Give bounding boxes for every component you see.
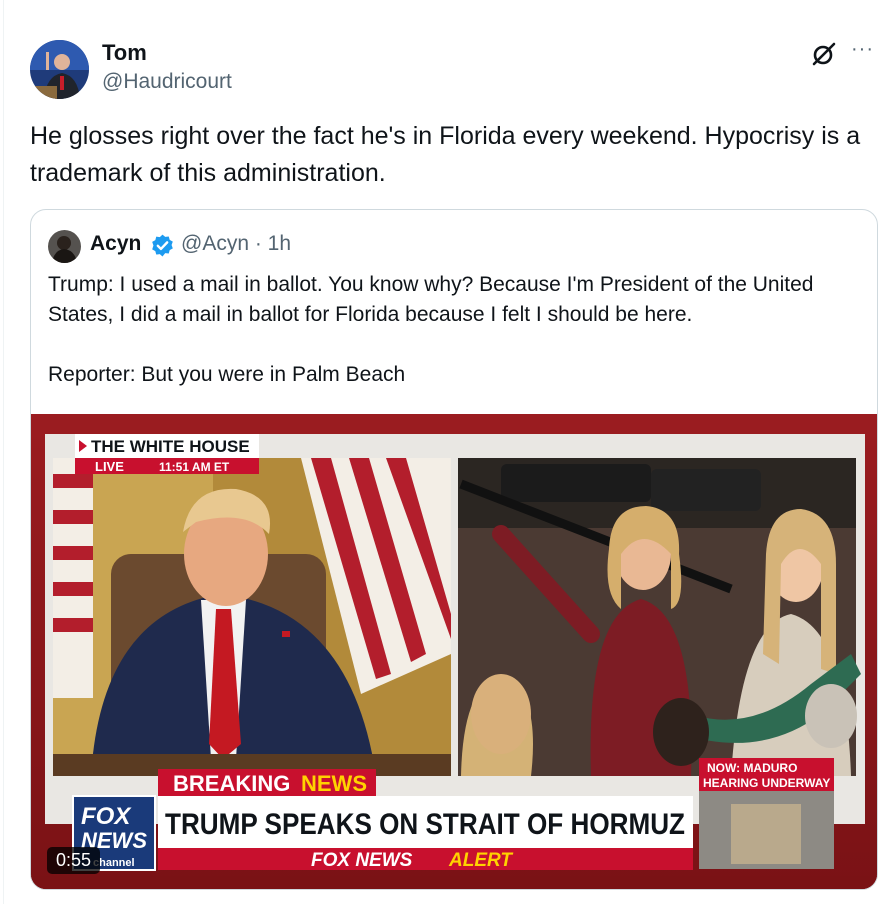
author-avatar[interactable]	[30, 40, 89, 99]
quoted-author-handle[interactable]: @Acyn · 1h	[181, 232, 291, 256]
video-duration: 0:55	[47, 847, 101, 874]
more-options-icon[interactable]: ···	[851, 38, 874, 61]
grok-icon[interactable]	[810, 40, 838, 68]
quoted-author-avatar[interactable]	[48, 230, 81, 263]
author-name[interactable]: Tom	[102, 40, 147, 66]
quoted-author-name[interactable]: Acyn	[90, 232, 141, 256]
location-tag-text: THE WHITE HOUSE	[91, 437, 250, 456]
timeline-divider	[3, 0, 4, 904]
fox-logo-line-1: FOX	[81, 803, 132, 830]
verified-badge-icon	[152, 234, 173, 257]
alert-label-a: FOX NEWS	[311, 850, 413, 871]
video-frame: THE WHITE HOUSE LIVE 11:51 AM ET NOW: MA…	[31, 414, 877, 889]
side-caption-line-2: HEARING UNDERWAY	[703, 776, 830, 790]
quoted-tweet-text: Trump: I used a mail in ballot. You know…	[48, 273, 814, 386]
live-time: 11:51 AM ET	[159, 460, 230, 474]
alert-label-b: ALERT	[448, 850, 513, 871]
headline-text: TRUMP SPEAKS ON STRAIT OF HORMUZ	[165, 808, 685, 841]
news-label: NEWS	[301, 771, 367, 796]
quoted-tweet-card[interactable]: Acyn @Acyn · 1h Trump: I used a mail in …	[30, 209, 878, 890]
author-handle[interactable]: @Haudricourt	[102, 70, 232, 94]
side-caption-line-1: NOW: MADURO	[707, 761, 797, 775]
live-label: LIVE	[95, 459, 124, 474]
breaking-label: BREAKING	[173, 771, 290, 796]
video-player[interactable]: THE WHITE HOUSE LIVE 11:51 AM ET NOW: MA…	[31, 414, 877, 889]
tweet-text: He glosses right over the fact he's in F…	[30, 122, 861, 187]
